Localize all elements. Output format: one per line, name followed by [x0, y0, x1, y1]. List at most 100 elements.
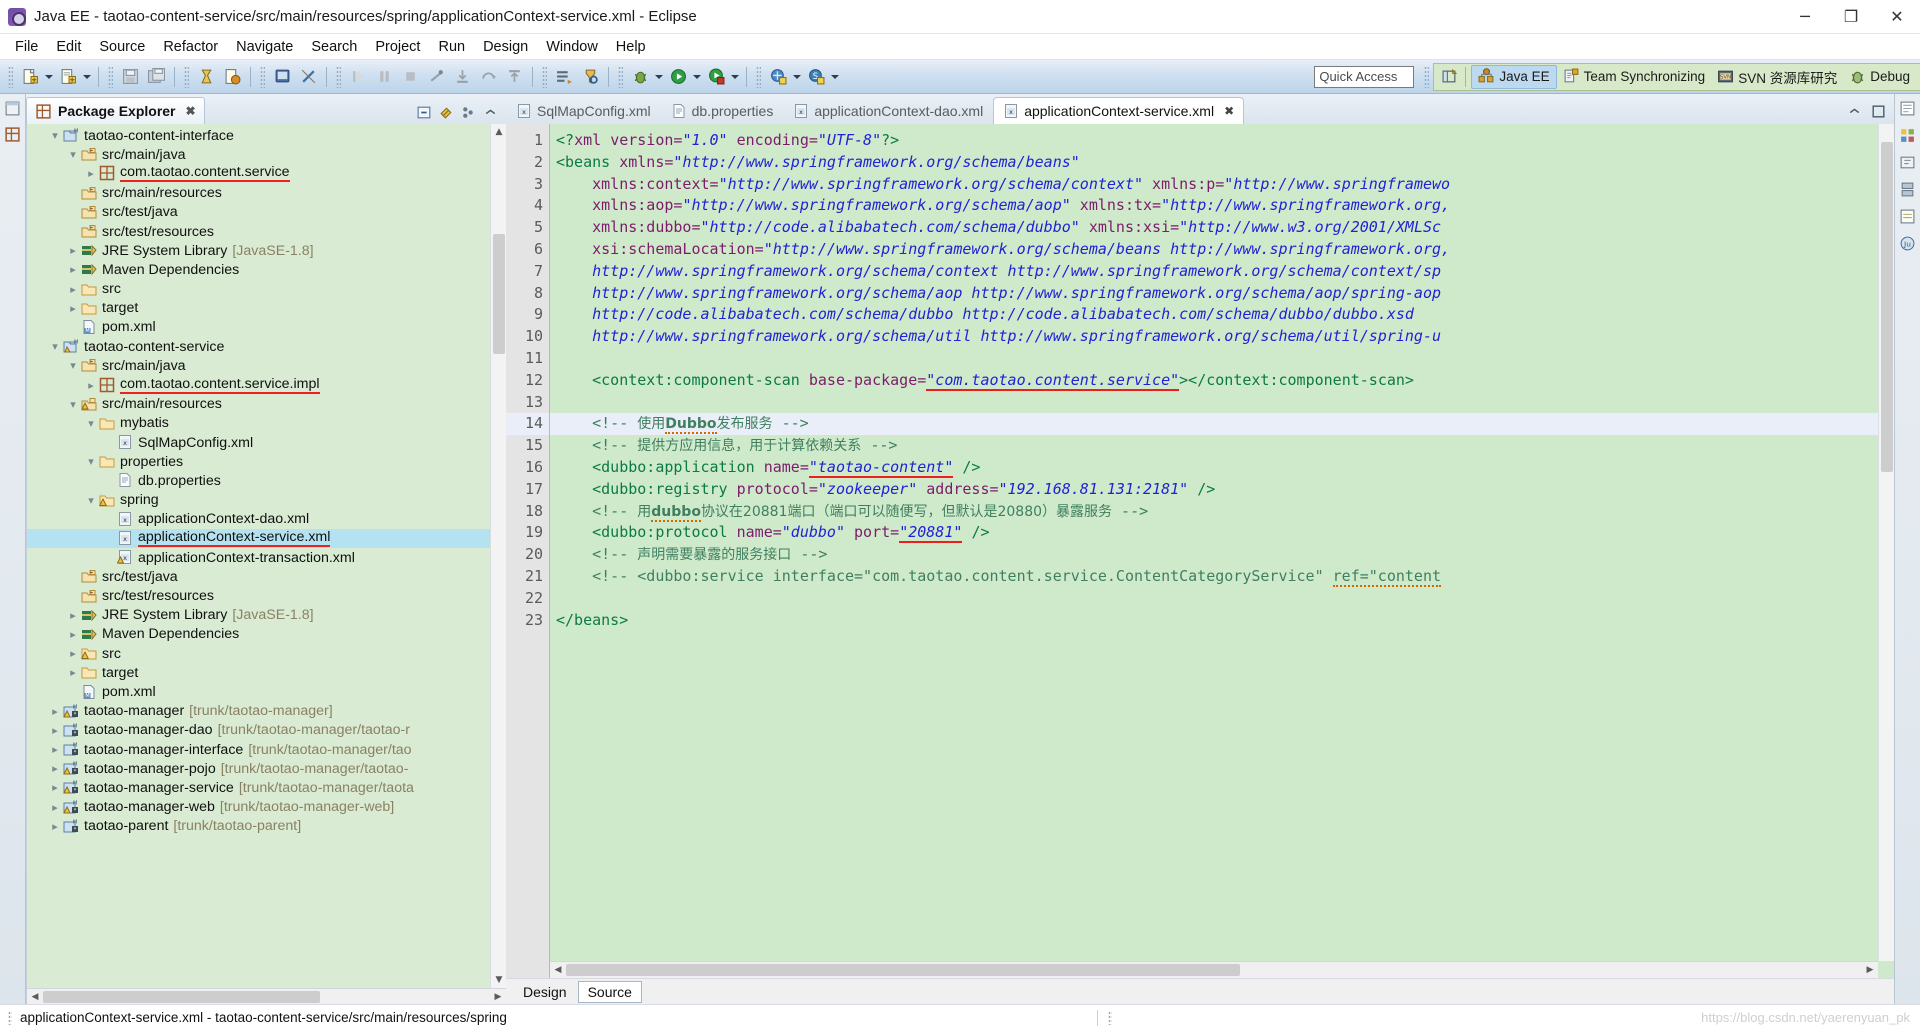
menu-search[interactable]: Search — [302, 37, 366, 57]
tree-row-src-main-java[interactable]: ▾ src/main/java — [27, 356, 506, 375]
code-line[interactable]: <!-- 声明需要暴露的服务接口 --> — [550, 544, 1894, 566]
tree-row-taotao-parent[interactable]: ▸ M * taotao-parent [trunk/taotao-parent] — [27, 817, 506, 836]
collapsed-twisty-icon[interactable]: ▸ — [47, 743, 63, 756]
maximize-button[interactable]: ❐ — [1828, 0, 1874, 33]
expanded-twisty-icon[interactable]: ▾ — [65, 398, 81, 411]
save-all-icon[interactable] — [144, 65, 168, 89]
expanded-twisty-icon[interactable]: ▾ — [65, 148, 81, 161]
search-icon[interactable] — [578, 65, 602, 89]
menu-edit[interactable]: Edit — [47, 37, 90, 57]
collapsed-twisty-icon[interactable]: ▸ — [47, 820, 63, 833]
tree-row-src-main-resources[interactable]: src/main/resources — [27, 184, 506, 203]
tree-row-taotao-manager-interface[interactable]: ▸ M * taotao-manager-interface [trunk/taotao… — [27, 740, 506, 759]
collapsed-twisty-icon[interactable]: ▸ — [83, 379, 99, 392]
restore-view-icon[interactable] — [4, 100, 22, 118]
collapsed-twisty-icon[interactable]: ▸ — [83, 167, 99, 180]
tree-scroll-up-arrow[interactable]: ▲ — [491, 124, 506, 140]
terminate-icon[interactable] — [398, 65, 422, 89]
debug-dropdown-arrow[interactable] — [653, 65, 665, 89]
tree-hscroll-track[interactable] — [43, 988, 490, 1004]
code-line[interactable]: <context:component-scan base-package="co… — [550, 370, 1894, 392]
code-line[interactable]: xsi:schemaLocation="http://www.springfra… — [550, 239, 1894, 261]
toolbar-grip-7[interactable] — [618, 65, 623, 88]
debug-icon[interactable] — [628, 65, 652, 89]
code-line[interactable]: <!-- 提供方应用信息，用于计算依赖关系 --> — [550, 435, 1894, 457]
collapsed-twisty-icon[interactable]: ▸ — [65, 647, 81, 660]
editor-tab-sqlmapconfig-xml[interactable]: x SqlMapConfig.xml — [506, 97, 661, 124]
tab-design[interactable]: Design — [514, 982, 576, 1002]
code-line[interactable]: <?xml version="1.0" encoding="UTF-8"?> — [550, 130, 1894, 152]
collapsed-twisty-icon[interactable]: ▸ — [65, 628, 81, 641]
editor-horizontal-scroll-thumb[interactable] — [566, 964, 1240, 976]
tree-row-jre-system-library[interactable]: ▸ JRE System Library [JavaSE-1.8] — [27, 606, 506, 625]
snippets-view-icon[interactable] — [1899, 154, 1917, 172]
toolbar-grip-2[interactable] — [108, 65, 113, 88]
perspective-svn-repository[interactable]: SVN SVN 资源库研究 — [1711, 65, 1843, 89]
run-server-icon[interactable] — [704, 65, 728, 89]
step-into-icon[interactable] — [450, 65, 474, 89]
tab-package-explorer[interactable]: Package Explorer ✖ — [26, 97, 205, 124]
collapsed-twisty-icon[interactable]: ▸ — [47, 724, 63, 737]
save-icon[interactable] — [118, 65, 142, 89]
tree-row-src-test-resources[interactable]: src/test/resources — [27, 222, 506, 241]
tree-row-src[interactable]: ▸ src — [27, 644, 506, 663]
code-text[interactable]: <?xml version="1.0" encoding="UTF-8"?> <b… — [550, 124, 1894, 978]
code-line[interactable]: http://code.alibabatech.com/schema/dubbo… — [550, 304, 1894, 326]
servers-view-icon[interactable] — [1899, 181, 1917, 199]
tree-scroll-right-arrow[interactable]: ▶ — [490, 989, 506, 1005]
editor-horizontal-scrollbar[interactable]: ◀ ▶ — [550, 961, 1878, 978]
editor-maximize-icon[interactable] — [1868, 101, 1888, 121]
step-over-icon[interactable] — [476, 65, 500, 89]
code-line[interactable]: http://www.springframework.org/schema/co… — [550, 261, 1894, 283]
editor-vertical-scrollbar[interactable] — [1878, 124, 1894, 961]
outline-view-icon[interactable] — [1899, 100, 1917, 118]
source-editor[interactable]: 1 2 3 4 5 6 7 8 9 10 11 12 13 14 15 16 17 18 19 20 21 22 23 <?… — [506, 124, 1894, 978]
tree-row-taotao-manager[interactable]: ▸ M * taotao-manager [trunk/taotao-manager] — [27, 702, 506, 721]
package-explorer-fastview-icon[interactable] — [4, 126, 22, 144]
expanded-twisty-icon[interactable]: ▾ — [65, 359, 81, 372]
tree-scroll-left-arrow[interactable]: ◀ — [27, 989, 43, 1005]
menu-run[interactable]: Run — [429, 37, 474, 57]
toolbar-grip-4[interactable] — [260, 65, 265, 88]
tree-row-src-test-java[interactable]: src/test/java — [27, 203, 506, 222]
close-button[interactable]: ✕ — [1874, 0, 1920, 33]
collapsed-twisty-icon[interactable]: ▸ — [47, 781, 63, 794]
tree-row-src-main-resources[interactable]: ▾ src/main/resources — [27, 395, 506, 414]
collapsed-twisty-icon[interactable]: ▸ — [65, 283, 81, 296]
tree-row-src[interactable]: ▸ src — [27, 280, 506, 299]
link-break-icon[interactable] — [296, 65, 320, 89]
code-line[interactable]: <dubbo:registry protocol="zookeeper" add… — [550, 479, 1894, 501]
server-dropdown-arrow[interactable] — [729, 65, 741, 89]
tree-row-db-properties[interactable]: db.properties — [27, 471, 506, 490]
new-dropdown-arrow[interactable] — [43, 65, 55, 89]
tree-row-maven-dependencies[interactable]: ▸ Maven Dependencies — [27, 625, 506, 644]
tab-source[interactable]: Source — [577, 980, 642, 1003]
external-tools-icon[interactable] — [766, 65, 790, 89]
menu-project[interactable]: Project — [366, 37, 429, 57]
tree-vertical-scroll-thumb[interactable] — [493, 234, 505, 354]
tree-row-com-taotao-content-service[interactable]: ▸ com.taotao.content.service — [27, 164, 506, 183]
run-icon[interactable] — [666, 65, 690, 89]
tree-row-properties[interactable]: ▾ properties — [27, 452, 506, 471]
tree-row-taotao-content-interface[interactable]: ▾ Mtaotao-content-interface — [27, 126, 506, 145]
code-line[interactable]: <dubbo:protocol name="dubbo" port="20881… — [550, 522, 1894, 544]
run-dropdown-arrow[interactable] — [691, 65, 703, 89]
collapsed-twisty-icon[interactable]: ▸ — [65, 609, 81, 622]
collapsed-twisty-icon[interactable]: ▸ — [47, 705, 63, 718]
open-type-icon[interactable] — [552, 65, 576, 89]
code-line[interactable]: xmlns:dubbo="http://code.alibabatech.com… — [550, 217, 1894, 239]
perspective-debug[interactable]: Debug — [1843, 65, 1916, 89]
code-line[interactable]: http://www.springframework.org/schema/ut… — [550, 326, 1894, 348]
expanded-twisty-icon[interactable]: ▾ — [83, 494, 99, 507]
collapsed-twisty-icon[interactable]: ▸ — [47, 801, 63, 814]
menu-help[interactable]: Help — [607, 37, 655, 57]
step-return-icon[interactable] — [502, 65, 526, 89]
code-line[interactable]: <beans xmlns="http://www.springframework… — [550, 152, 1894, 174]
tree-row-applicationcontext-service-xml[interactable]: x applicationContext-service.xml — [27, 528, 506, 549]
tree-row-taotao-manager-dao[interactable]: ▸ M * taotao-manager-dao [trunk/taotao-manag… — [27, 721, 506, 740]
editor-tab-applicationcontext-service-xml[interactable]: x applicationContext-service.xml ✖ — [993, 97, 1245, 124]
build-icon[interactable] — [220, 65, 244, 89]
open-perspective-icon[interactable] — [1438, 66, 1460, 88]
tree-row-src-main-java[interactable]: ▾ src/main/java — [27, 145, 506, 164]
tree-row-com-taotao-content-service-impl[interactable]: ▸ com.taotao.content.service.impl — [27, 375, 506, 394]
